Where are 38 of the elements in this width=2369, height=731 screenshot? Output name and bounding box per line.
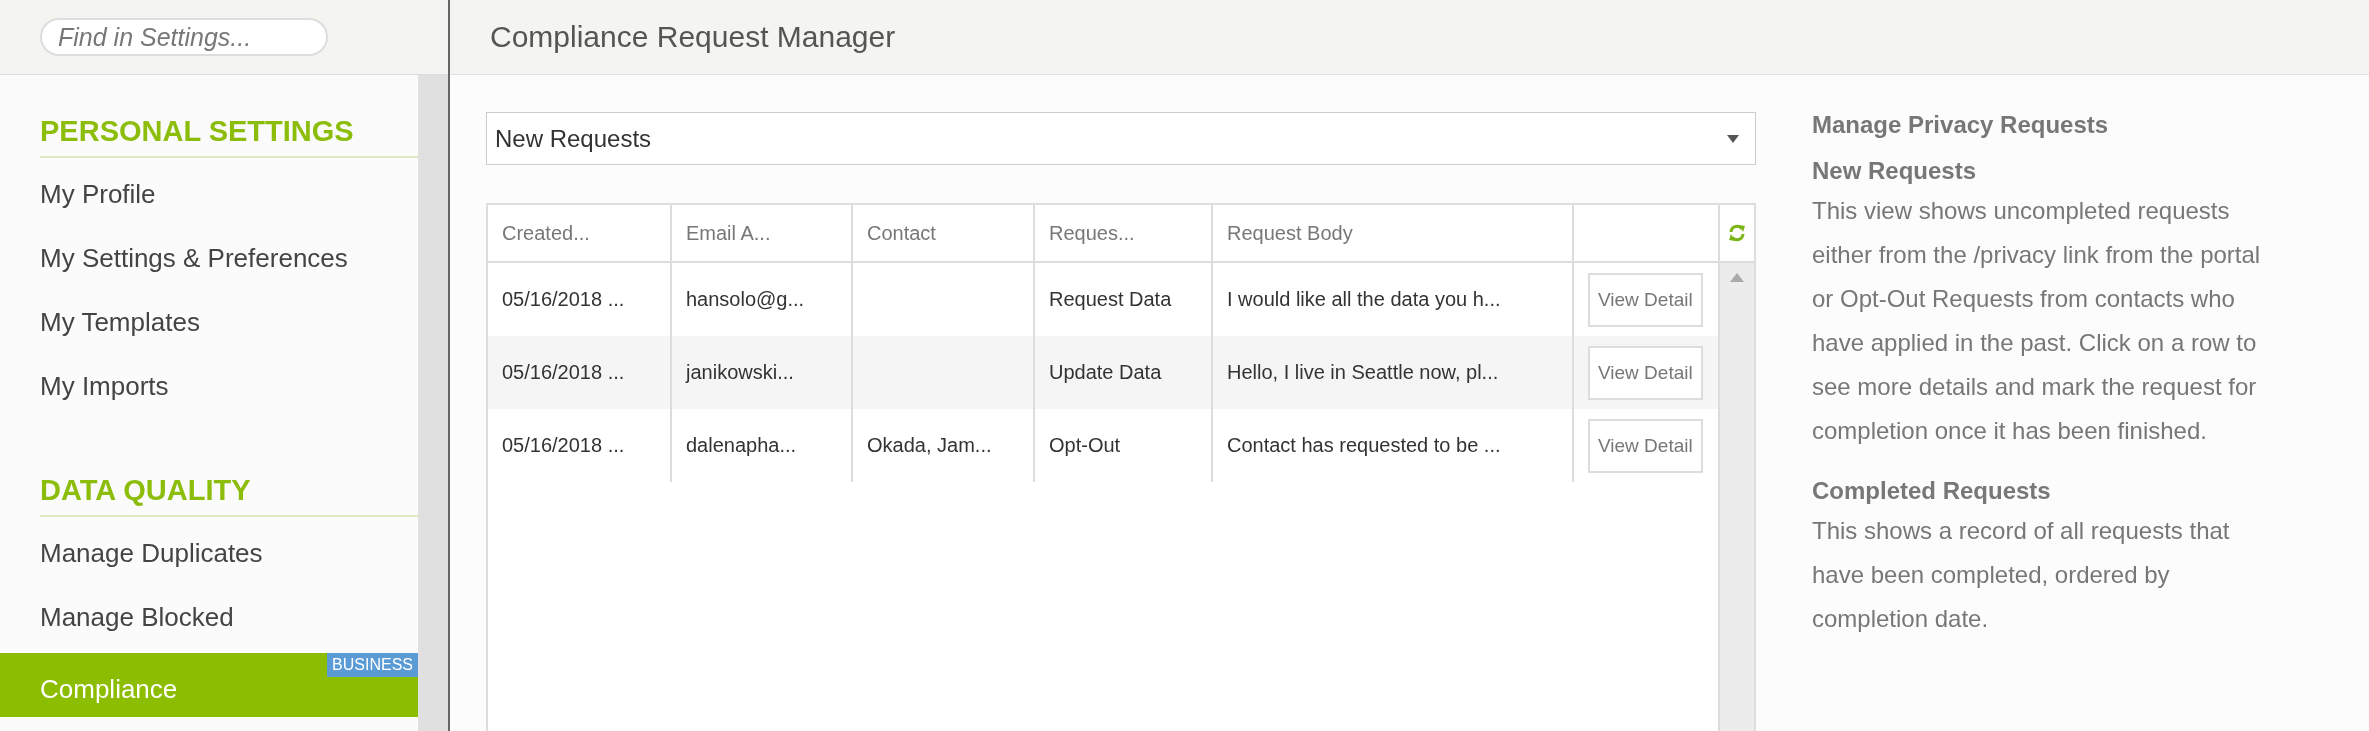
refresh-icon[interactable] [1728, 223, 1746, 243]
table-cell: 05/16/2018 ... [488, 409, 672, 482]
help-heading: Completed Requests [1812, 477, 2052, 505]
scroll-up-icon[interactable] [1730, 273, 1744, 282]
column-header[interactable]: Email A... [672, 205, 853, 261]
column-header[interactable]: Reques... [1035, 205, 1213, 261]
column-header[interactable]: Created... [488, 205, 672, 261]
table-cell: dalenapha... [672, 409, 853, 482]
table-cell: Opt-Out [1035, 409, 1213, 482]
sidebar-item[interactable]: My Templates [0, 290, 418, 354]
table-cell: Okada, Jam... [853, 409, 1035, 482]
sidebar-item[interactable]: Manage Blocked [0, 585, 418, 649]
scrollbar-track[interactable] [1720, 263, 1754, 731]
view-detail-button[interactable]: View Detail [1588, 272, 1703, 327]
table-cell: Update Data [1035, 336, 1213, 409]
table-cell: janikowski... [672, 336, 853, 409]
help-text: This shows a record of all requests that have been completed, ordered by completion date. [1812, 516, 2231, 634]
sidebar-item[interactable]: Compliance BUSINESS [0, 653, 418, 717]
column-header[interactable]: Request Body [1213, 205, 1574, 261]
column-header[interactable]: Contact [853, 205, 1035, 261]
scrollbar-track[interactable] [418, 75, 448, 731]
sidebar-item[interactable]: Manage Duplicates [0, 521, 418, 585]
dropdown-caret-icon [1727, 134, 1739, 143]
view-dropdown[interactable]: New Requests [486, 112, 1756, 165]
help-heading: New Requests [1812, 157, 1978, 185]
plan-badge: BUSINESS [327, 653, 418, 677]
sidebar-item[interactable]: My Imports [0, 354, 418, 418]
page-title: Compliance Request Manager [490, 20, 896, 54]
help-title: Manage Privacy Requests [1812, 111, 2110, 139]
table-cell: 05/16/2018 ... [488, 336, 672, 409]
view-detail-button[interactable]: View Detail [1588, 345, 1703, 400]
table-cell: Contact has requested to be ... [1213, 409, 1574, 482]
table-cell: Hello, I live in Seattle now, pl... [1213, 336, 1574, 409]
search-field[interactable]: Find in Settings... [40, 18, 328, 56]
view-detail-button[interactable]: View Detail [1588, 418, 1703, 473]
sidebar-item[interactable]: My Profile [0, 162, 418, 226]
sidebar-item[interactable]: My Settings & Preferences [0, 226, 418, 290]
help-text: This view shows uncompleted requests either from the /privacy link from the portal or Opt-Out Requests from contacts who have applied in the past. Click on a row to see more details and mark the request for completion once it has been finished. [1812, 196, 2262, 446]
